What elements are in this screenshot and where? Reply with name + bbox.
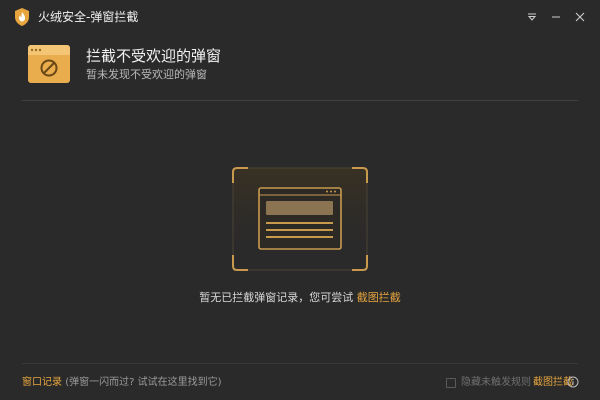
shield-flame-icon [15,8,29,26]
close-icon [575,12,585,22]
minimize-button[interactable] [546,7,566,27]
empty-state-text: 暂无已拦截弹窗记录，您可尝试 [199,291,354,304]
hide-rules-checkbox[interactable] [446,377,456,388]
hide-rules-label: 隐藏未触发规则 [461,377,531,388]
menu-down-icon [527,13,537,21]
window-screenshot-illustration [232,167,368,271]
close-button[interactable] [570,7,590,27]
window-title: 火绒安全-弹窗拦截 [38,10,139,24]
blocked-window-icon [28,45,70,83]
screenshot-block-link[interactable]: 截图拦截 [357,291,401,304]
window-history-hint: (弹窗一闪而过? 试试在这里找到它) [65,377,222,388]
hide-rules-toggle[interactable]: 隐藏未触发规则 [446,376,531,389]
info-icon[interactable] [567,376,579,388]
page-title: 拦截不受欢迎的弹窗 [86,47,222,65]
menu-button[interactable] [522,7,542,27]
footer-divider [22,363,578,364]
empty-state-message: 暂无已拦截弹窗记录，您可尝试 截图拦截 [0,291,600,305]
footer-history: 窗口记录 (弹窗一闪而过? 试试在这里找到它) [22,376,221,389]
title-bar: 火绒安全-弹窗拦截 [0,0,600,34]
page-subtitle: 暂未发现不受欢迎的弹窗 [86,68,207,81]
minimize-icon [552,16,560,18]
header-divider [22,100,578,101]
window-history-link[interactable]: 窗口记录 [22,377,62,388]
